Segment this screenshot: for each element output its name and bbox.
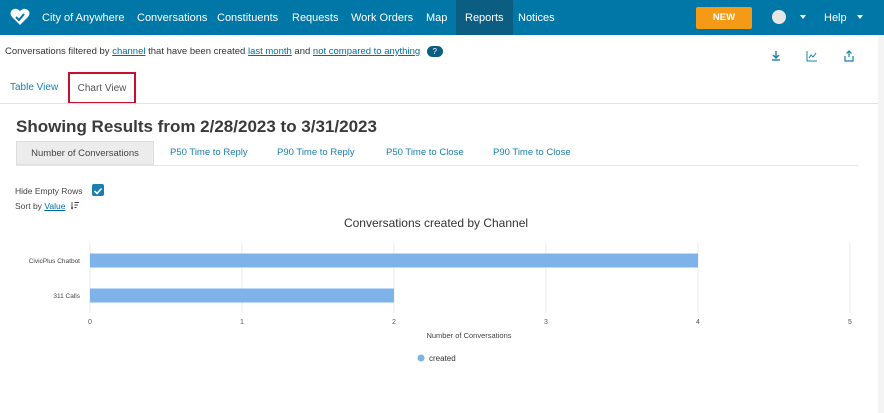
help-menu[interactable]: Help — [824, 12, 847, 24]
nav-reports[interactable]: Reports — [456, 0, 513, 35]
page-title: Showing Results from 2/28/2023 to 3/31/2… — [16, 117, 377, 136]
help-caret-icon[interactable] — [857, 15, 863, 19]
x-tick-label: 3 — [544, 319, 548, 326]
tab-p90-time-to-reply[interactable]: P90 Time to Reply — [265, 141, 367, 165]
download-icon[interactable] — [770, 50, 782, 62]
y-category-label: 311 Calls — [53, 293, 80, 300]
tab-p90-time-to-close[interactable]: P90 Time to Close — [481, 141, 583, 165]
hide-empty-label: Hide Empty Rows — [15, 186, 83, 196]
hide-empty-checkbox[interactable] — [92, 184, 104, 196]
bar[interactable] — [90, 253, 698, 268]
sort-icon[interactable] — [70, 201, 80, 210]
channel-filter-link[interactable]: channel — [112, 46, 145, 57]
y-category-label: CivicPlus Chatbot — [29, 258, 80, 265]
nav-notices[interactable]: Notices — [509, 0, 564, 35]
x-tick-label: 5 — [848, 319, 852, 326]
divider — [16, 165, 858, 166]
check-icon — [93, 187, 103, 195]
tab-p50-time-to-reply[interactable]: P50 Time to Reply — [158, 141, 260, 165]
city-logo-icon[interactable] — [9, 6, 31, 28]
divider — [0, 103, 884, 104]
new-button[interactable]: NEW — [696, 7, 752, 29]
bar[interactable] — [90, 288, 394, 303]
x-tick-label: 1 — [240, 319, 244, 326]
nav-requests[interactable]: Requests — [283, 0, 347, 35]
bar-chart: Conversations created by Channel CivicPl… — [29, 216, 852, 363]
chart-category-labels: CivicPlus Chatbot 311 Calls — [29, 258, 81, 300]
help-badge[interactable]: ? — [426, 46, 443, 57]
chart-tick-labels: 0 1 2 3 4 5 — [88, 319, 852, 326]
date-filter-link[interactable]: last month — [248, 46, 292, 57]
legend-label[interactable]: created — [429, 354, 456, 363]
x-axis-label: Number of Conversations — [426, 331, 511, 340]
nav-constituents[interactable]: Constituents — [208, 0, 287, 35]
x-tick-label: 0 — [88, 319, 92, 326]
compare-filter-link[interactable]: not compared to anything — [313, 46, 420, 57]
filter-description: Conversations filtered by channel that h… — [5, 46, 443, 57]
x-tick-label: 4 — [696, 319, 700, 326]
user-avatar[interactable] — [772, 10, 786, 24]
tab-p50-time-to-close[interactable]: P50 Time to Close — [374, 141, 476, 165]
top-nav: City of Anywhere Conversations Constitue… — [0, 0, 884, 35]
nav-work-orders[interactable]: Work Orders — [342, 0, 422, 35]
tab-table-view[interactable]: Table View — [10, 82, 58, 93]
share-icon[interactable] — [843, 50, 855, 62]
nav-conversations[interactable]: Conversations — [128, 0, 216, 35]
chart-title: Conversations created by Channel — [344, 216, 528, 230]
user-menu-caret-icon[interactable] — [800, 15, 806, 19]
tab-number-of-conversations[interactable]: Number of Conversations — [16, 141, 154, 165]
nav-map[interactable]: Map — [417, 0, 456, 35]
scrollbar[interactable] — [878, 35, 884, 413]
tab-chart-view[interactable]: Chart View — [68, 72, 136, 104]
brand-name[interactable]: City of Anywhere — [42, 12, 125, 24]
x-tick-label: 2 — [392, 319, 396, 326]
chart-line-icon[interactable] — [806, 50, 818, 62]
legend-marker[interactable] — [417, 354, 425, 362]
